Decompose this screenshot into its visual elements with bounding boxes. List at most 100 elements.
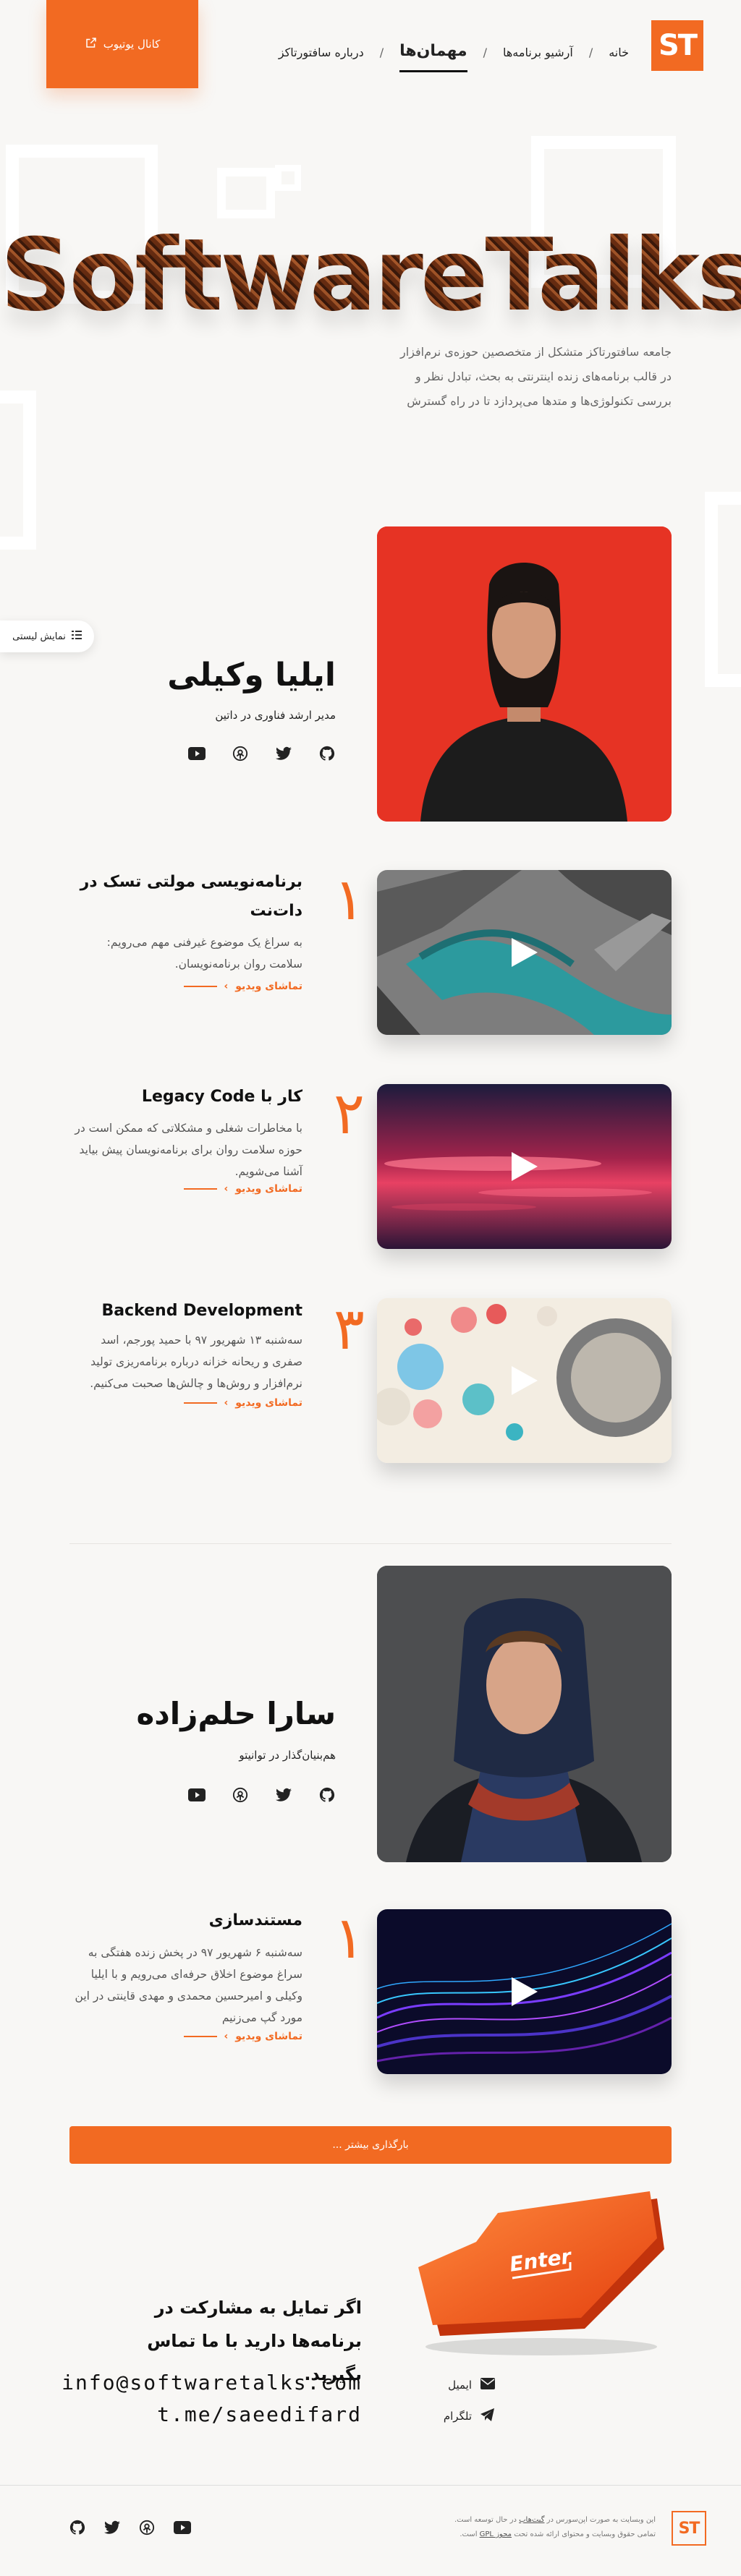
- guest-role: هم‌بنیان‌گذار در توانیتو: [239, 1749, 336, 1762]
- section-divider: [69, 1543, 672, 1544]
- link-underline: [183, 1402, 217, 1404]
- github-icon[interactable]: [69, 2520, 85, 2538]
- guest-socials: [188, 745, 336, 762]
- hero-title: SoftwareTalks: [0, 217, 741, 333]
- episode-number: ۱: [334, 1904, 365, 1971]
- podcast-icon[interactable]: [232, 1786, 249, 1804]
- telegram-row[interactable]: تلگرام: [444, 2408, 495, 2424]
- episode-number: ۱: [334, 866, 365, 933]
- github-link[interactable]: گیت‌هاب: [519, 2516, 544, 2524]
- episode-thumbnail[interactable]: [377, 1298, 672, 1463]
- contact-email[interactable]: info@softwaretalks.com: [62, 2371, 362, 2394]
- episode-number: ۲: [334, 1080, 365, 1147]
- decor-square: [0, 391, 36, 550]
- link-underline: [183, 986, 217, 987]
- play-icon: [511, 1366, 538, 1395]
- watch-video-link[interactable]: تماشای ویدیو ›: [183, 1183, 302, 1195]
- episode-description: به سراغ یک موضوع غیرفنی مهم می‌رویم: سلا…: [106, 936, 302, 971]
- arrow-icon: ›: [224, 1183, 229, 1195]
- episode-thumbnail[interactable]: [377, 1084, 672, 1249]
- load-more-button[interactable]: بارگذاری بیشتر ...: [69, 2126, 672, 2164]
- nav-separator: /: [483, 45, 487, 59]
- license-link[interactable]: مجوز GPL: [480, 2530, 512, 2538]
- footer-text-part: تمامی حقوق وبسایت و محتوای ارائه شده تحت: [514, 2530, 656, 2538]
- telegram-label: تلگرام: [443, 2410, 472, 2423]
- guest-role: مدیر ارشد فناوری در داتین: [215, 709, 336, 722]
- youtube-icon[interactable]: [174, 2521, 191, 2537]
- guest-name[interactable]: ایلیا وکیلی: [167, 657, 336, 694]
- watch-video-label: تماشای ویدیو: [235, 1183, 302, 1195]
- episode-thumbnail[interactable]: [377, 870, 672, 1035]
- nav-archive[interactable]: آرشیو برنامه‌ها: [503, 46, 573, 59]
- footer-text: این وبسایت به صورت اپن‌سورس در گیت‌هاب د…: [439, 2513, 656, 2542]
- play-icon: [511, 1152, 538, 1181]
- github-icon[interactable]: [318, 745, 336, 762]
- play-icon: [511, 938, 538, 967]
- footer-text-part: است.: [460, 2530, 478, 2538]
- watch-video-label: تماشای ویدیو: [235, 981, 302, 992]
- footer-divider: [0, 2485, 741, 2486]
- mail-icon: [480, 2378, 495, 2392]
- email-label: ایمیل: [448, 2379, 472, 2392]
- nav-home[interactable]: خانه: [609, 46, 629, 59]
- youtube-icon[interactable]: [188, 745, 206, 762]
- nav-separator: /: [379, 45, 384, 59]
- footer-socials: [69, 2520, 191, 2538]
- hero-description: جامعه سافتورتاکز متشکل از متخصصین حوزه‌ی…: [399, 345, 672, 408]
- footer-text-part: این وبسایت به صورت اپن‌سورس در: [546, 2516, 656, 2524]
- guest-socials: [188, 1786, 336, 1804]
- episode-title[interactable]: برنامه‌نویسی مولتی تسک در دات‌نت: [78, 868, 302, 926]
- episode-description: با مخاطرات شغلی و مشکلاتی که ممکن است در…: [75, 1122, 302, 1178]
- podcast-icon[interactable]: [232, 745, 249, 762]
- nav-about[interactable]: درباره سافتورتاکز: [279, 46, 364, 59]
- main-nav: خانه / آرشیو برنامه‌ها / مهمان‌ها / دربا…: [279, 32, 629, 72]
- guest-photo[interactable]: [377, 526, 672, 822]
- link-underline: [183, 1188, 217, 1190]
- guest-photo[interactable]: [377, 1566, 672, 1862]
- enter-key-illustration: Enter: [397, 2191, 672, 2358]
- podcast-icon[interactable]: [139, 2520, 155, 2538]
- youtube-button-label: کانال یوتیوب: [103, 38, 161, 51]
- twitter-icon[interactable]: [275, 1786, 292, 1804]
- twitter-icon[interactable]: [275, 745, 292, 762]
- footer-text-part: در حال توسعه است.: [454, 2516, 517, 2524]
- watch-video-link[interactable]: تماشای ویدیو ›: [183, 1397, 302, 1409]
- list-view-toggle[interactable]: نمایش لیستی: [0, 620, 94, 652]
- episode-thumbnail[interactable]: [377, 1909, 672, 2074]
- decor-square: [217, 168, 275, 218]
- episode-title[interactable]: Backend Development: [78, 1297, 302, 1326]
- episode-title[interactable]: کار با Legacy Code: [78, 1083, 302, 1112]
- play-icon: [511, 1977, 538, 2006]
- header: ST خانه / آرشیو برنامه‌ها / مهمان‌ها / د…: [0, 0, 741, 90]
- page: ST خانه / آرشیو برنامه‌ها / مهمان‌ها / د…: [0, 0, 741, 2576]
- nav-guests[interactable]: مهمان‌ها: [399, 42, 467, 72]
- site-logo[interactable]: ST: [651, 20, 703, 71]
- github-icon[interactable]: [318, 1786, 336, 1804]
- twitter-icon[interactable]: [104, 2520, 120, 2538]
- link-underline: [183, 2036, 217, 2037]
- youtube-channel-button[interactable]: کانال یوتیوب: [46, 0, 198, 88]
- episode-number: ۳: [334, 1295, 365, 1362]
- contact-telegram[interactable]: t.me/saeedifard: [157, 2402, 362, 2426]
- nav-separator: /: [588, 45, 593, 59]
- episode-description: سه‌شنبه ۶ شهریور ۹۷ در پخش زنده هفتگی به…: [75, 1946, 302, 2024]
- decor-square: [705, 492, 741, 687]
- episode-description: سه‌شنبه ۱۳ شهریور ۹۷ با حمید پورجم، اسد …: [90, 1334, 302, 1390]
- list-icon: [71, 630, 82, 643]
- watch-video-label: تماشای ویدیو: [235, 1397, 302, 1409]
- arrow-icon: ›: [224, 2031, 229, 2042]
- arrow-icon: ›: [224, 1397, 229, 1409]
- arrow-icon: ›: [224, 981, 229, 992]
- episode-title[interactable]: مستندسازی: [78, 1906, 302, 1935]
- external-link-icon: [85, 36, 98, 52]
- guest-name[interactable]: سارا حلم‌زاده: [136, 1696, 336, 1731]
- email-row[interactable]: ایمیل: [448, 2378, 495, 2392]
- telegram-icon: [480, 2408, 495, 2424]
- watch-video-label: تماشای ویدیو: [235, 2031, 302, 2042]
- decor-square: [275, 165, 301, 191]
- footer-logo[interactable]: ST: [672, 2511, 706, 2546]
- watch-video-link[interactable]: تماشای ویدیو ›: [183, 981, 302, 992]
- watch-video-link[interactable]: تماشای ویدیو ›: [183, 2031, 302, 2042]
- youtube-icon[interactable]: [188, 1786, 206, 1804]
- list-toggle-label: نمایش لیستی: [12, 631, 66, 642]
